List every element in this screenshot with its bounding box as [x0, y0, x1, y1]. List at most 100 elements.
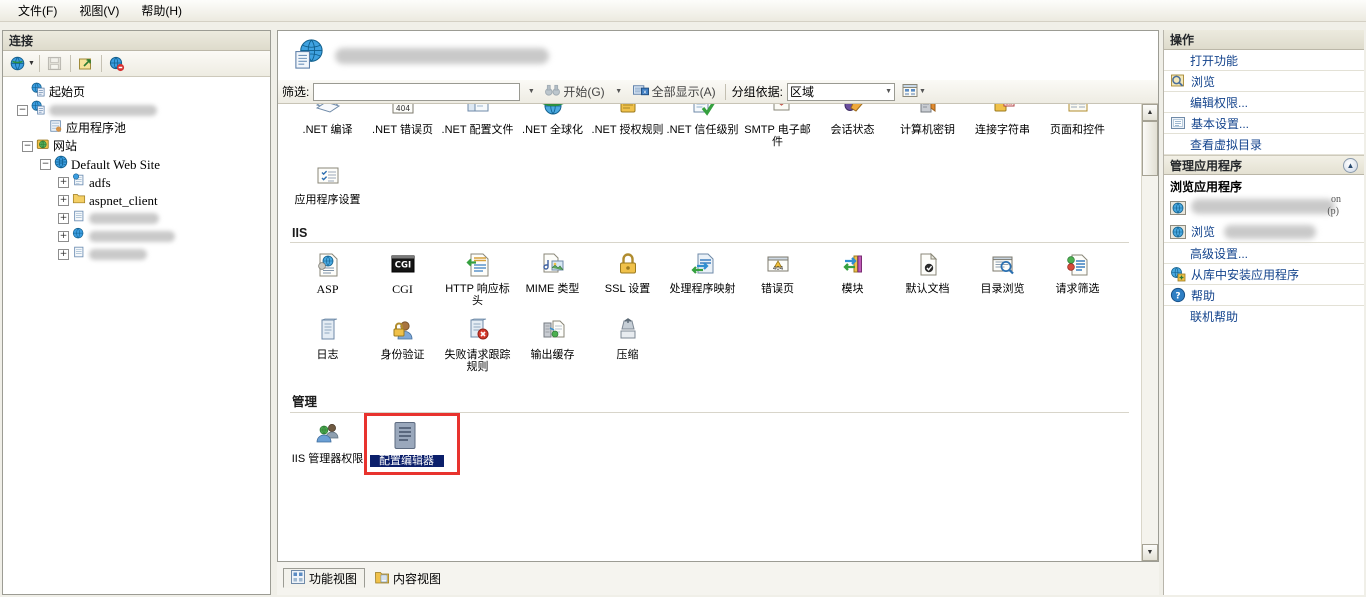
feature-asp[interactable]: ASP	[290, 247, 365, 307]
tree-node-aspnet-client[interactable]: + aspnet_client	[9, 191, 270, 209]
group-by-select[interactable]: 区域 ▼	[787, 82, 896, 101]
action-install-from-gallery[interactable]: 从库中安装应用程序	[1164, 264, 1364, 285]
feature-session-state[interactable]: 会话状态	[815, 104, 890, 148]
net-compilation-icon	[312, 104, 344, 122]
feature-net-compilation[interactable]: .NET 编译	[290, 104, 365, 148]
feature-logging[interactable]: 日志	[290, 313, 365, 373]
feature-request-filtering[interactable]: 请求筛选	[1040, 247, 1115, 307]
tree-expander[interactable]: −	[17, 104, 28, 116]
filter-input-wrap[interactable]	[313, 82, 521, 101]
connect-to-server-icon[interactable]	[75, 53, 97, 74]
tree-node-start-page[interactable]: 起始页	[9, 82, 270, 101]
feature-mime-types[interactable]: MIME 类型	[515, 247, 590, 307]
action-browse[interactable]: 浏览	[1164, 71, 1364, 92]
feature-modules[interactable]: 模块	[815, 247, 890, 307]
menu-view[interactable]: 视图(V)	[69, 0, 129, 21]
filter-go-dropdown-icon[interactable]: ▼	[612, 84, 626, 100]
feature-configuration-editor[interactable]: 配置编辑器	[369, 417, 444, 475]
feature-smtp-email[interactable]: SMTP 电子邮件	[740, 104, 815, 148]
save-icon[interactable]	[44, 53, 66, 74]
filter-go-button[interactable]: 开始(G)	[542, 82, 607, 101]
tab-features-view[interactable]: 功能视图	[283, 568, 366, 588]
feature-handler-mappings[interactable]: 处理程序映射	[665, 247, 740, 307]
tree-expander[interactable]: −	[40, 158, 51, 170]
website-icon	[72, 227, 86, 246]
feature-authentication[interactable]: 身份验证	[365, 313, 440, 373]
filter-input[interactable]	[316, 84, 518, 99]
feature-default-document[interactable]: 默认文档	[890, 247, 965, 307]
connect-tasks-caret-icon[interactable]: ▼	[28, 60, 35, 67]
feature-label: 模块	[841, 283, 864, 295]
action-online-help[interactable]: 联机帮助	[1164, 306, 1364, 327]
tree-expander[interactable]: +	[58, 194, 69, 206]
menu-file[interactable]: 文件(F)	[8, 0, 67, 21]
view-mode-button[interactable]: ▼	[899, 81, 929, 103]
feature-net-authorization[interactable]: .NET 授权规则	[590, 104, 665, 148]
tree-expander[interactable]: +	[58, 230, 69, 242]
tree-node-label-blurred	[89, 230, 175, 242]
feature-compression[interactable]: 压缩	[590, 313, 665, 373]
action-label: 浏览	[1191, 74, 1216, 89]
feature-connection-strings[interactable]: ab 连接字符串	[965, 104, 1040, 148]
section-header-iis: IIS	[292, 226, 308, 240]
failed-request-tracing-icon	[462, 315, 494, 347]
tab-content-view[interactable]: 内容视图	[367, 568, 449, 588]
group-title: 管理应用程序	[1170, 158, 1243, 173]
connect-tasks-icon[interactable]	[7, 53, 29, 74]
feature-cgi[interactable]: CGI CGI	[365, 247, 440, 307]
feature-label: SSL 设置	[604, 283, 651, 295]
feature-net-profile[interactable]: .NET 配置文件	[440, 104, 515, 148]
feature-directory-browsing[interactable]: 目录浏览	[965, 247, 1040, 307]
net-error-pages-icon: 404	[387, 104, 419, 122]
feature-error-pages[interactable]: 404 错误页	[740, 247, 815, 307]
action-view-virtual-directories[interactable]: 查看虚拟目录	[1164, 134, 1364, 155]
tree-expander[interactable]: +	[58, 212, 69, 224]
filter-dropdown-icon[interactable]: ▼	[524, 84, 538, 100]
tree-node-application-pools[interactable]: 应用程序池	[9, 119, 270, 137]
tree-node-server[interactable]: −	[9, 100, 270, 119]
feature-http-response-headers[interactable]: HTTP 响应标头	[440, 247, 515, 307]
tree-expander[interactable]: +	[58, 248, 69, 260]
filter-label: 筛选:	[282, 85, 310, 99]
feature-iis-manager-permissions[interactable]: IIS 管理器权限	[290, 417, 365, 475]
action-label: 帮助	[1191, 288, 1216, 303]
tree-node-default-web-site[interactable]: − Default Web Site	[9, 155, 270, 173]
action-basic-settings[interactable]: 基本设置...	[1164, 113, 1364, 134]
action-edit-permissions[interactable]: 编辑权限...	[1164, 92, 1364, 113]
features-vertical-scrollbar[interactable]: ▲ ▼	[1141, 104, 1158, 561]
tree-node-adfs[interactable]: + adfs	[9, 172, 270, 191]
tree-node-blurred-2[interactable]: +	[9, 227, 270, 245]
chevron-up-icon[interactable]: ▲	[1343, 157, 1358, 173]
feature-label: 计算机密钥	[900, 124, 955, 136]
action-browse-app-1[interactable]: on (p)	[1164, 194, 1364, 221]
menu-help[interactable]: 帮助(H)	[131, 0, 192, 21]
features-grid: .NET 编译 404 .NET 错误页 .NET 配置文件 .NET 全球化 …	[278, 104, 1141, 561]
tree-node-blurred-3[interactable]: +	[9, 245, 270, 263]
scroll-up-button[interactable]: ▲	[1142, 104, 1158, 121]
feature-application-settings[interactable]: 应用程序设置	[290, 158, 365, 216]
feature-net-globalization[interactable]: .NET 全球化	[515, 104, 590, 148]
feature-net-error-pages[interactable]: 404 .NET 错误页	[365, 104, 440, 148]
feature-ssl-settings[interactable]: SSL 设置	[590, 247, 665, 307]
show-all-button[interactable]: x 全部显示(A)	[630, 82, 719, 101]
chevron-down-icon[interactable]: ▼	[885, 88, 892, 95]
scroll-track[interactable]	[1142, 121, 1158, 544]
tree-expander[interactable]: +	[58, 176, 69, 188]
action-browse-app-2[interactable]: 浏览	[1164, 221, 1364, 243]
disconnect-icon[interactable]	[106, 53, 128, 74]
tree-expander[interactable]: −	[22, 140, 33, 152]
tree-node-blurred-1[interactable]: +	[9, 209, 270, 227]
action-help[interactable]: ? 帮助	[1164, 285, 1364, 306]
feature-net-trust-levels[interactable]: .NET 信任级别	[665, 104, 740, 148]
actions-pane: 操作 打开功能 浏览 编辑权限... 基本设置... 查看虚拟目录 管理应用程序…	[1163, 30, 1364, 595]
action-advanced-settings[interactable]: 高级设置...	[1164, 243, 1364, 264]
feature-machine-key[interactable]: 计算机密钥	[890, 104, 965, 148]
scroll-down-button[interactable]: ▼	[1142, 544, 1158, 561]
feature-output-caching[interactable]: 输出缓存	[515, 313, 590, 373]
tree-node-sites[interactable]: − 网站	[9, 137, 270, 155]
feature-failed-request-tracing[interactable]: 失败请求跟踪规则	[440, 313, 515, 373]
action-open-feature[interactable]: 打开功能	[1164, 50, 1364, 71]
scroll-thumb[interactable]	[1142, 121, 1158, 176]
view-mode-chevron-icon[interactable]: ▼	[919, 88, 926, 95]
feature-pages-controls[interactable]: 页面和控件	[1040, 104, 1115, 148]
